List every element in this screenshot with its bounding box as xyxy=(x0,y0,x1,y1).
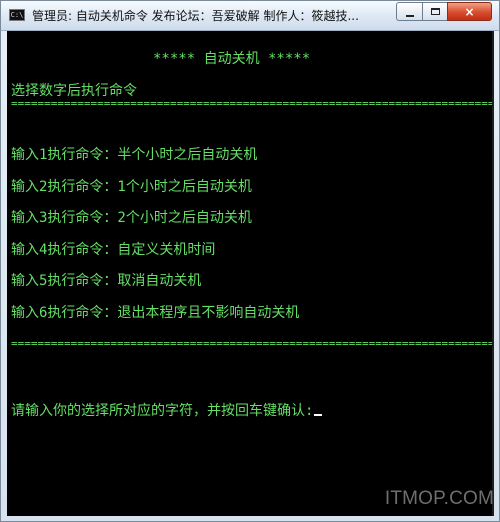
option-6-line: 输入6执行命令：退出本程序且不影响自动关机 xyxy=(11,305,300,321)
option-2-line: 输入2执行命令：1个小时之后自动关机 xyxy=(11,179,252,195)
window-title: 管理员: 自动关机命令 发布论坛：吾爱破解 制作人：筱越技... xyxy=(32,9,359,23)
console-icon: C:\ xyxy=(9,9,25,21)
option-4-line: 输入4执行命令：自定义关机时间 xyxy=(11,242,216,258)
site-watermark: ITMOP.COM xyxy=(384,488,494,509)
console-header: ***** 自动关机 ***** xyxy=(153,51,311,67)
input-prompt-line[interactable]: 请输入你的选择所对应的字符，并按回车键确认: xyxy=(11,402,323,420)
window-controls: × xyxy=(396,2,492,21)
console-output-area[interactable]: ***** 自动关机 ***** 选择数字后执行命令 =============… xyxy=(7,31,494,516)
maximize-button[interactable] xyxy=(422,2,447,21)
close-button[interactable]: × xyxy=(447,2,492,21)
text-cursor[interactable] xyxy=(314,414,323,416)
minimize-icon xyxy=(405,14,414,17)
window-titlebar[interactable]: C:\ 管理员: 自动关机命令 发布论坛：吾爱破解 制作人：筱越技... × xyxy=(1,1,499,31)
top-separator: ========================================… xyxy=(11,97,494,110)
console-window: C:\ 管理员: 自动关机命令 发布论坛：吾爱破解 制作人：筱越技... × *… xyxy=(0,0,500,522)
console-right-edge xyxy=(492,31,494,516)
bottom-separator: ========================================… xyxy=(11,337,494,350)
option-3-line: 输入3执行命令：2个小时之后自动关机 xyxy=(11,210,252,226)
option-1-line: 输入1执行命令：半个小时之后自动关机 xyxy=(11,147,258,163)
maximize-icon xyxy=(430,8,440,15)
close-icon: × xyxy=(464,4,475,19)
input-prompt-text: 请输入你的选择所对应的字符，并按回车键确认: xyxy=(11,403,314,419)
minimize-button[interactable] xyxy=(396,2,422,21)
option-5-line: 输入5执行命令：取消自动关机 xyxy=(11,273,202,289)
